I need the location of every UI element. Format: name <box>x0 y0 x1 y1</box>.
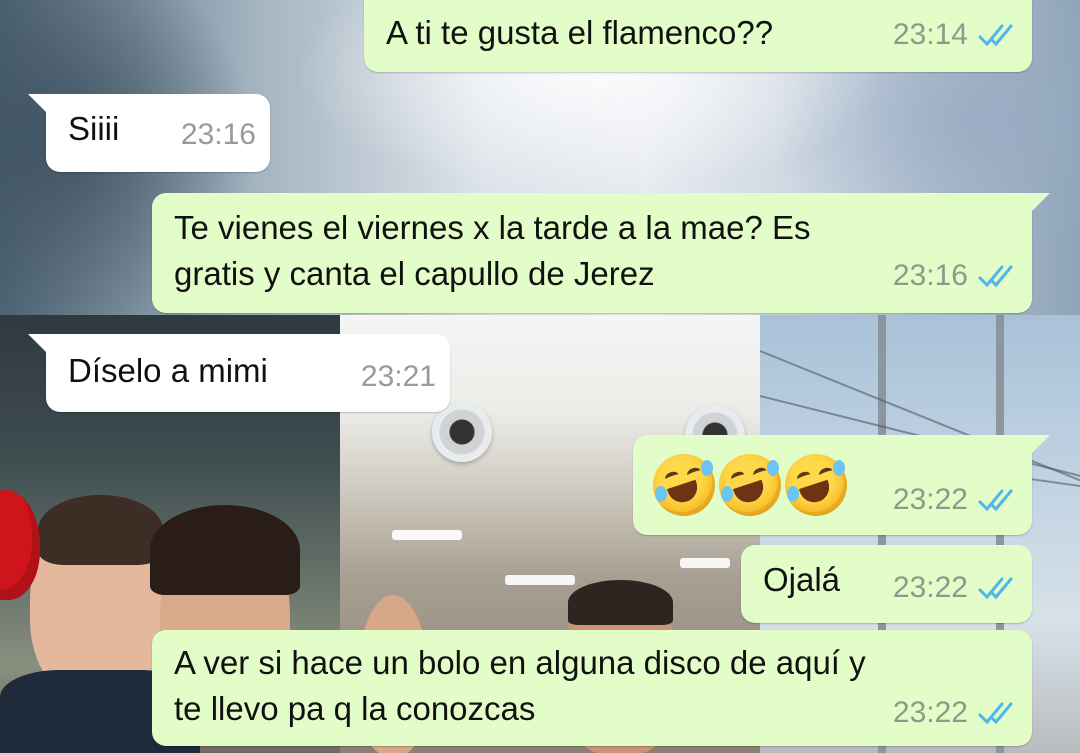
message-meta: 23:14 <box>893 12 1018 58</box>
message-time: 23:21 <box>360 360 436 393</box>
message-bubble-outgoing[interactable]: A ti te gusta el flamenco?? 23:14 <box>364 0 1032 72</box>
message-text-line: gratis y canta el capullo de Jerez <box>174 255 655 292</box>
message-meta: 23:22 <box>893 565 1018 611</box>
bubble-tail <box>28 334 50 356</box>
message-meta: 23:22 <box>893 477 1018 523</box>
message-meta: 23:16 <box>181 112 256 158</box>
message-bubble-outgoing[interactable]: Te vienes el viernes x la tarde a la mae… <box>152 193 1050 313</box>
message-text: Siiii <box>68 110 120 147</box>
wallpaper-ceiling-light <box>392 530 462 540</box>
wallpaper-person-hair <box>150 505 300 595</box>
double-check-icon <box>978 489 1013 512</box>
message-time: 23:16 <box>892 259 968 292</box>
message-time: 23:22 <box>892 483 968 516</box>
message-bubble-outgoing[interactable]: Ojalá 23:22 <box>741 545 1032 623</box>
message-meta: 23:16 <box>893 253 1018 299</box>
rolling-on-the-floor-laughing-emoji <box>785 454 847 516</box>
message-time: 23:16 <box>180 118 256 151</box>
message-meta: 23:22 <box>893 690 1018 736</box>
bubble-tail <box>1028 435 1050 457</box>
double-check-icon <box>978 702 1013 725</box>
message-text-line: A ver si hace un bolo en alguna disco de… <box>174 644 866 681</box>
wallpaper-ceiling-light <box>505 575 575 585</box>
bubble-tail <box>28 94 50 116</box>
double-check-icon <box>978 265 1013 288</box>
message-emoji-row <box>653 454 851 516</box>
wallpaper-ceiling-light <box>680 558 730 568</box>
message-text: A ti te gusta el flamenco?? <box>386 14 774 51</box>
wallpaper-person-hair <box>568 580 673 625</box>
message-bubble-outgoing[interactable]: 23:22 <box>633 435 1050 535</box>
message-text: Ojalá <box>763 561 841 598</box>
double-check-icon <box>978 24 1013 47</box>
message-time: 23:14 <box>892 18 968 51</box>
rolling-on-the-floor-laughing-emoji <box>653 454 715 516</box>
message-text-line: te llevo pa q la conozcas <box>174 690 536 727</box>
bubble-tail <box>1028 193 1050 215</box>
message-bubble-outgoing[interactable]: A ver si hace un bolo en alguna disco de… <box>152 630 1032 746</box>
rolling-on-the-floor-laughing-emoji <box>719 454 781 516</box>
message-meta: 23:21 <box>361 354 436 400</box>
message-time: 23:22 <box>892 696 968 729</box>
message-time: 23:22 <box>892 571 968 604</box>
message-text-line: Te vienes el viernes x la tarde a la mae… <box>174 209 811 246</box>
message-text: Díselo a mimi <box>68 352 268 389</box>
double-check-icon <box>978 577 1013 600</box>
message-bubble-incoming[interactable]: Díselo a mimi 23:21 <box>28 334 450 412</box>
message-bubble-incoming[interactable]: Siiii 23:16 <box>28 94 270 172</box>
wallpaper-person-hair <box>38 495 163 565</box>
